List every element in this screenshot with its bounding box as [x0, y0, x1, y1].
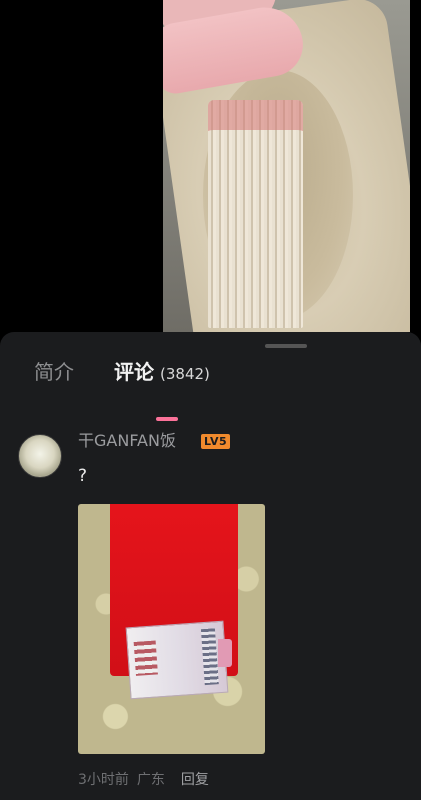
image-banknote	[125, 620, 229, 700]
tab-intro[interactable]: 简介	[34, 358, 74, 386]
avatar[interactable]	[18, 434, 62, 478]
video-player[interactable]	[0, 0, 421, 332]
tab-comments-label: 评论	[114, 360, 154, 384]
comment-image[interactable]	[78, 504, 265, 754]
reply-button[interactable]: 回复	[181, 772, 209, 788]
comment-time: 3小时前	[78, 772, 129, 788]
drag-handle[interactable]	[265, 344, 307, 348]
level-badge: LV5	[201, 434, 231, 449]
comment-count: (3842)	[160, 365, 210, 383]
comment-location: 广东	[136, 772, 165, 788]
comment-username[interactable]: 干GANFAN饭	[78, 430, 176, 452]
comment-meta: 3小时前 广东 回复	[78, 770, 209, 790]
tab-bar: 简介 评论 (3842)	[0, 358, 421, 421]
comment-text: ?	[78, 466, 88, 486]
tab-comments[interactable]: 评论 (3842)	[114, 358, 210, 388]
image-pink-tab	[218, 639, 232, 667]
tab-intro-label: 简介	[34, 360, 74, 384]
video-cash-stack	[208, 100, 303, 328]
comments-panel: 简介 评论 (3842) 干GANFAN饭 LV5 ? 3小时前 广东 回复	[0, 332, 421, 800]
video-frame	[163, 0, 410, 332]
active-tab-indicator	[156, 417, 178, 421]
